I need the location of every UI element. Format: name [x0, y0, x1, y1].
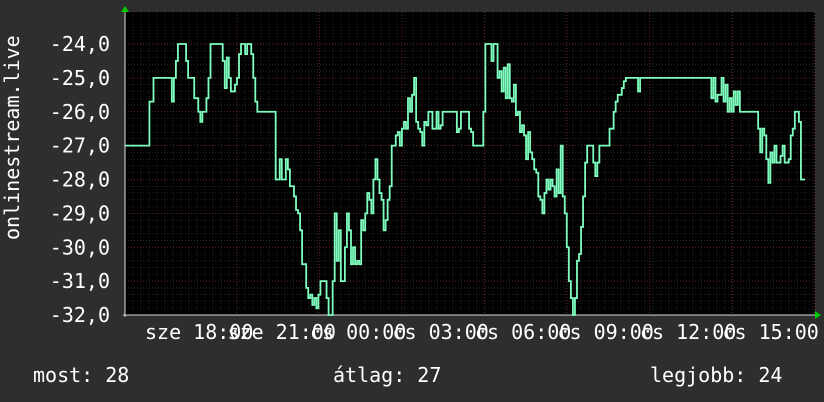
x-tick-labels: sze 18:00sze 21:00cs 00:00cs 03:00cs 06:… [145, 320, 819, 344]
y-tick-label: -25,0 [50, 66, 110, 90]
y-tick-label: -27,0 [50, 134, 110, 158]
y-tick-label: -28,0 [50, 168, 110, 192]
y-tick-label: -29,0 [50, 201, 110, 225]
x-axis-arrow-icon [815, 311, 821, 319]
chart: -24,0 -25,0 -26,0 -27,0 -28,0 -29,0 -30,0 -31,0… [50, 6, 821, 344]
stat-average: átlag: 27 [333, 363, 442, 387]
x-tick-label: cs 15:00 [723, 320, 819, 344]
y-axis-arrow-icon [121, 6, 129, 12]
y-tick-label: -24,0 [50, 32, 110, 56]
y-axis-label: onlinestream.live [0, 35, 24, 240]
y-tick-label: -31,0 [50, 269, 110, 293]
y-tick-label: -30,0 [50, 235, 110, 259]
y-tick-label: -26,0 [50, 100, 110, 124]
y-tick-label: -32,0 [50, 303, 110, 327]
stat-current: most: 28 [33, 363, 130, 387]
stat-best: legjobb: 24 [650, 363, 783, 387]
y-tick-labels: -24,0 -25,0 -26,0 -27,0 -28,0 -29,0 -30,0 -31,0… [50, 32, 110, 327]
